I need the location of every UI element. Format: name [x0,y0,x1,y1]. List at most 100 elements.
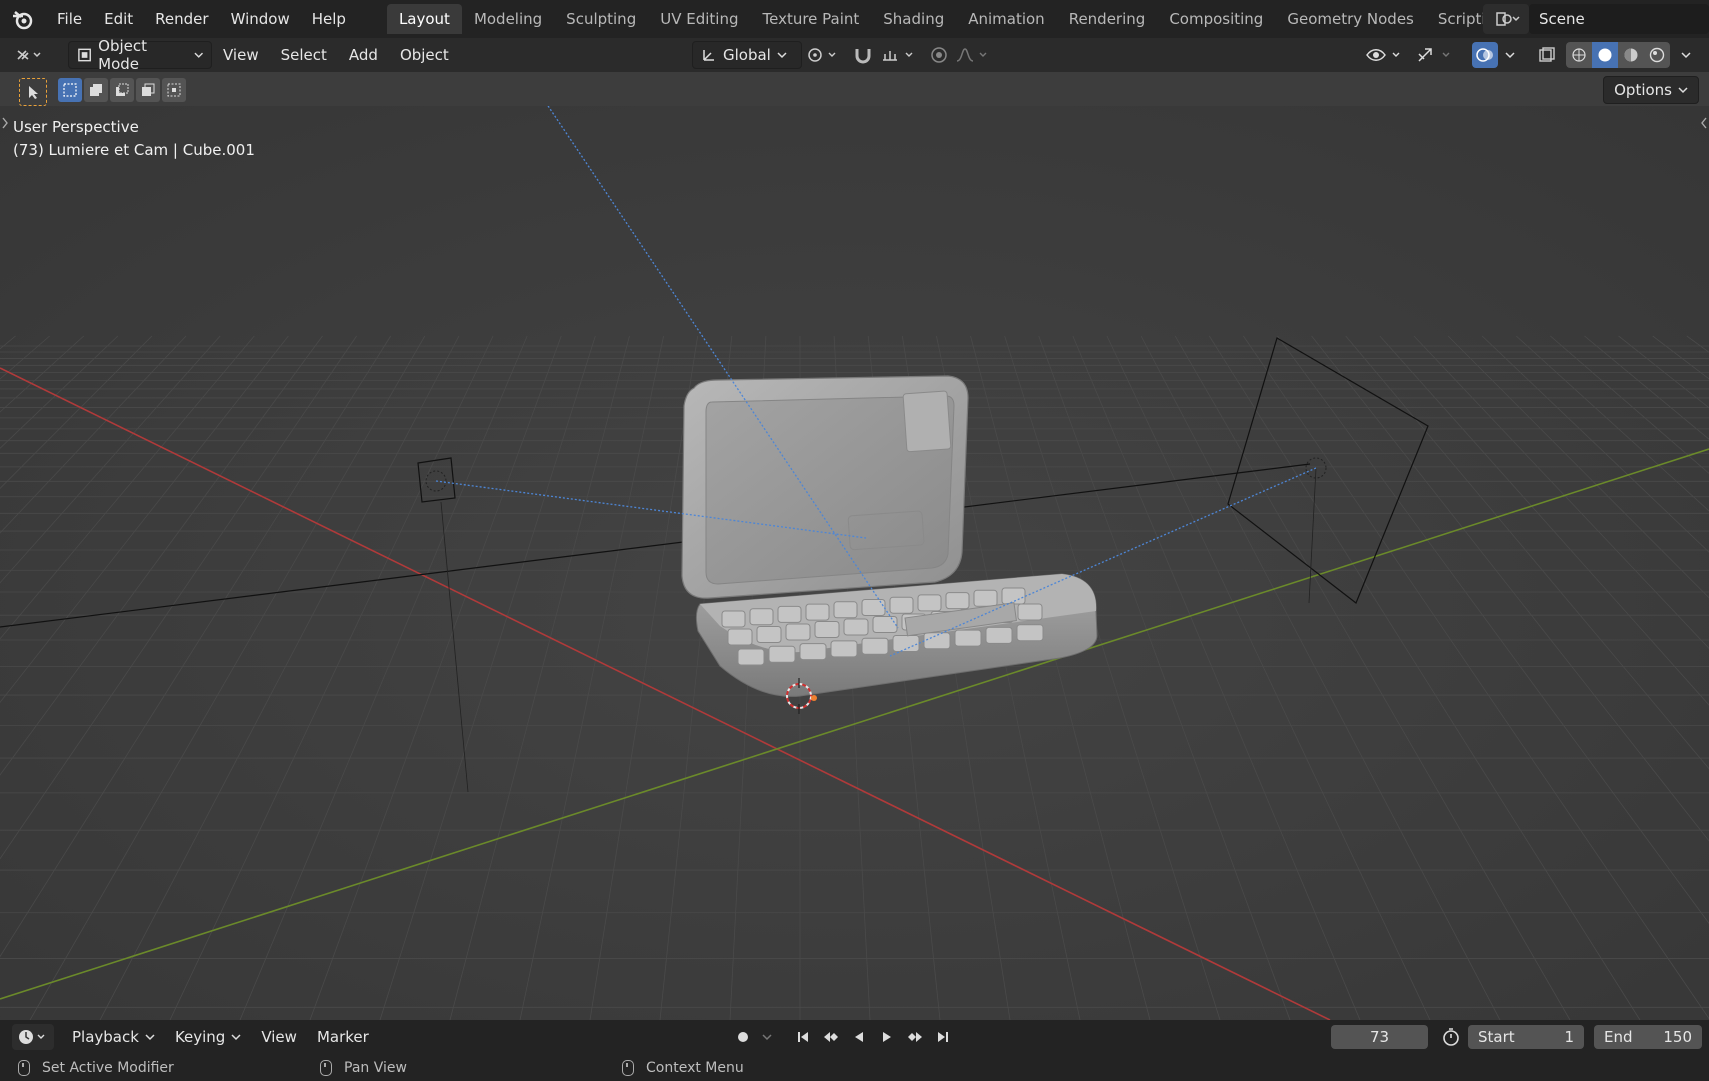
options-dropdown[interactable]: Options [1603,76,1699,104]
jump-start-button[interactable] [790,1024,816,1050]
menu-help[interactable]: Help [301,0,357,38]
clock-icon [19,1030,45,1044]
falloff-button[interactable] [952,42,992,68]
3d-viewport[interactable]: User Perspective (73) Lumiere et Cam | C… [0,106,1709,1020]
marker-label: Marker [316,1028,369,1046]
keying-menu[interactable]: Keying [165,1028,251,1046]
menu-select[interactable]: Select [270,46,338,64]
start-value: 1 [1564,1028,1574,1046]
proportional-edit-button[interactable] [924,42,954,68]
rendered-sphere-icon [1649,47,1665,63]
menu-edit[interactable]: Edit [93,0,144,38]
tab-layout[interactable]: Layout [386,4,462,34]
shading-dropdown-button[interactable] [1676,42,1696,68]
chevron-down-icon [762,1034,772,1041]
menu-add[interactable]: Add [338,46,389,64]
tab-compositing[interactable]: Compositing [1157,4,1275,34]
stopwatch-icon [1443,1028,1459,1046]
tab-modeling[interactable]: Modeling [462,4,554,34]
timeline-view-menu[interactable]: View [251,1028,307,1046]
play-icon [883,1032,891,1042]
jump-end-button[interactable] [930,1024,956,1050]
xray-toggle-button[interactable] [1534,42,1560,68]
chevron-down-icon [193,52,203,58]
tab-animation[interactable]: Animation [956,4,1056,34]
status-middle-text: Pan View [344,1059,407,1076]
select-invert-button[interactable] [136,78,160,102]
tab-texture-paint[interactable]: Texture Paint [750,4,871,34]
select-invert-icon [142,83,155,96]
keying-set-dropdown[interactable] [758,1024,776,1050]
select-tool-button[interactable] [19,78,47,106]
chevron-down-icon [145,1034,155,1041]
status-right-text: Context Menu [646,1059,744,1076]
orientation-label: Global [723,46,771,64]
cursor-arrow-icon [29,86,38,99]
next-keyframe-icon [908,1032,922,1042]
prev-keyframe-button[interactable] [818,1024,844,1050]
tab-rendering[interactable]: Rendering [1057,4,1158,34]
editor-type-button[interactable] [8,42,54,68]
transport-controls [730,1024,956,1050]
select-subtract-button[interactable] [110,78,134,102]
blender-logo-icon[interactable] [0,0,46,38]
select-intersect-button[interactable] [162,78,186,102]
next-keyframe-button[interactable] [902,1024,928,1050]
chevron-down-icon [1681,52,1691,59]
scene-selector-button[interactable] [1483,4,1529,34]
xray-icon [1539,47,1555,62]
timeline-editor-type-button[interactable] [12,1024,54,1050]
start-frame-field[interactable]: Start 1 [1468,1025,1584,1049]
current-frame-field[interactable]: 73 [1331,1025,1428,1049]
auto-keying-button[interactable] [730,1024,756,1050]
wireframe-shading-button[interactable] [1566,42,1592,68]
menu-window[interactable]: Window [220,0,301,38]
wireframe-icon [1572,48,1586,62]
menu-render[interactable]: Render [144,0,219,38]
scene-name-field[interactable]: Scene [1529,4,1709,34]
menu-file[interactable]: File [46,0,93,38]
start-label: Start [1478,1028,1515,1046]
gizmo-button[interactable] [1412,42,1458,68]
tab-uv-editing[interactable]: UV Editing [648,4,750,34]
snap-toggle-button[interactable] [848,42,878,68]
status-right-hint: Context Menu [622,1059,744,1076]
orientation-dropdown[interactable]: Global [692,41,802,69]
pivot-point-button[interactable] [802,42,842,68]
timeline-header: Playback Keying View Marker 73 Start 1 E… [0,1020,1709,1054]
preview-range-button[interactable] [1436,1024,1466,1050]
solid-sphere-icon [1598,48,1612,62]
options-label: Options [1614,81,1672,99]
select-extend-button[interactable] [84,78,108,102]
scene-icon [1496,12,1520,26]
play-button[interactable] [874,1024,900,1050]
chevron-down-icon [231,1034,241,1041]
material-preview-button[interactable] [1618,42,1644,68]
menu-object[interactable]: Object [389,46,460,64]
play-reverse-button[interactable] [846,1024,872,1050]
tab-geometry-nodes[interactable]: Geometry Nodes [1275,4,1426,34]
marker-menu[interactable]: Marker [307,1028,379,1046]
end-frame-field[interactable]: End 150 [1594,1025,1702,1049]
scene-name: Scene [1539,10,1585,28]
workspace-tabs: Layout Modeling Sculpting UV Editing Tex… [386,0,1549,38]
snap-target-button[interactable] [878,42,918,68]
mode-label: Object Mode [98,37,147,73]
playback-menu[interactable]: Playback [62,1028,165,1046]
status-middle-hint: Pan View [320,1059,407,1076]
select-new-button[interactable] [58,78,82,102]
tab-shading[interactable]: Shading [871,4,956,34]
viewport-canvas[interactable] [0,106,1709,1020]
mouse-right-icon [622,1059,634,1076]
rendered-shading-button[interactable] [1644,42,1670,68]
viewport-perspective-label: User Perspective [13,118,139,136]
solid-shading-button[interactable] [1592,42,1618,68]
overlays-toggle-button[interactable] [1472,42,1498,68]
top-bar: File Edit Render Window Help Layout Mode… [0,0,1709,38]
webcam-block [902,390,952,453]
overlays-dropdown-button[interactable] [1500,42,1520,68]
visibility-button[interactable] [1362,42,1408,68]
menu-view[interactable]: View [212,46,270,64]
tab-sculpting[interactable]: Sculpting [554,4,648,34]
mode-dropdown[interactable]: Object Mode [68,37,212,73]
